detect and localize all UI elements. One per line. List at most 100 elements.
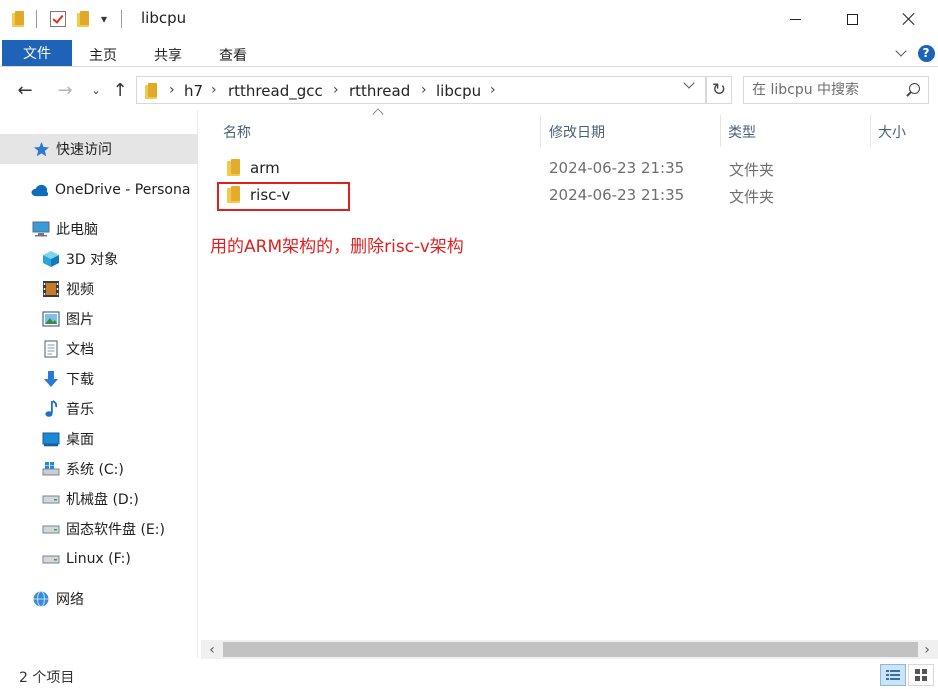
breadcrumb-separator-icon[interactable]: ›: [421, 82, 427, 98]
nav-videos[interactable]: 视频: [0, 274, 198, 304]
breadcrumb-rtthread[interactable]: rtthread: [349, 82, 410, 100]
file-date: 2024-06-23 21:35: [549, 159, 685, 177]
address-bar[interactable]: › h7 › rtthread_gcc › rtthread › libcpu …: [136, 76, 706, 104]
column-header-date[interactable]: 修改日期: [549, 122, 605, 142]
maximize-button[interactable]: [823, 0, 881, 38]
nav-drive-c[interactable]: 系统 (C:): [0, 454, 198, 484]
navigation-pane: 快速访问 OneDrive - Persona 此电脑 3D 对象 视频 图片 …: [0, 110, 198, 658]
large-icons-view-icon: [915, 669, 927, 681]
breadcrumb-libcpu[interactable]: libcpu: [436, 82, 481, 100]
network-icon: [32, 590, 50, 608]
title-bar: ▾ libcpu: [0, 0, 938, 38]
minimize-button[interactable]: [766, 0, 824, 38]
nav-drive-d[interactable]: 机械盘 (D:): [0, 484, 198, 514]
search-input[interactable]: [752, 80, 897, 100]
details-view-icon: [886, 670, 900, 680]
file-type: 文件夹: [729, 161, 775, 179]
item-count: 2 个项目: [19, 670, 75, 686]
scrollbar-thumb[interactable]: [223, 642, 918, 657]
tab-home[interactable]: 主页: [89, 45, 117, 65]
file-date: 2024-06-23 21:35: [549, 186, 685, 204]
document-icon: [42, 340, 60, 358]
maximize-icon: [846, 13, 858, 25]
breadcrumb-separator-icon[interactable]: ›: [490, 82, 496, 98]
nav-desktop[interactable]: 桌面: [0, 424, 198, 454]
ribbon-tabs: 文件 主页 共享 查看 ?: [0, 38, 938, 67]
arrow-left-icon: ←: [17, 79, 33, 101]
new-folder-icon[interactable]: [77, 9, 91, 29]
nav-downloads[interactable]: 下载: [0, 364, 198, 394]
file-name: arm: [250, 159, 280, 177]
column-divider[interactable]: [540, 115, 541, 147]
tab-file[interactable]: 文件: [2, 40, 72, 66]
film-icon: [42, 280, 60, 298]
cube-icon: [42, 250, 60, 268]
drive-icon: [42, 520, 60, 538]
breadcrumb-h7[interactable]: h7: [184, 82, 203, 100]
folder-icon: [226, 159, 242, 177]
search-icon[interactable]: [905, 83, 920, 97]
help-icon: ?: [917, 44, 935, 62]
forward-button[interactable]: →: [53, 78, 77, 102]
nav-quick-access[interactable]: 快速访问: [0, 134, 198, 164]
nav-label: 快速访问: [56, 142, 112, 158]
nav-drive-f[interactable]: Linux (F:): [0, 544, 198, 574]
annotation-text: 用的ARM架构的，删除risc-v架构: [210, 237, 464, 257]
tab-view[interactable]: 查看: [219, 45, 247, 65]
refresh-button[interactable]: ↻: [706, 76, 732, 104]
large-icons-view-button[interactable]: [908, 664, 934, 686]
tab-share[interactable]: 共享: [154, 45, 182, 65]
horizontal-scrollbar[interactable]: ‹ ›: [201, 640, 938, 659]
computer-icon: [32, 220, 50, 238]
properties-check-icon[interactable]: [50, 9, 66, 29]
breadcrumb-separator-icon[interactable]: ›: [211, 82, 217, 98]
search-box[interactable]: [743, 76, 929, 104]
nav-label: OneDrive - Persona: [55, 182, 191, 198]
close-icon: [902, 12, 916, 26]
file-type: 文件夹: [729, 188, 775, 206]
close-button[interactable]: [880, 0, 938, 38]
nav-this-pc[interactable]: 此电脑: [0, 214, 198, 244]
nav-network[interactable]: 网络: [0, 584, 198, 614]
column-divider[interactable]: [870, 115, 871, 147]
column-header-type[interactable]: 类型: [728, 122, 756, 142]
column-header-size[interactable]: 大小: [878, 122, 906, 142]
breadcrumb-separator-icon[interactable]: ›: [169, 82, 175, 98]
download-icon: [42, 370, 60, 388]
nav-music[interactable]: 音乐: [0, 394, 198, 424]
nav-onedrive[interactable]: OneDrive - Persona: [0, 175, 198, 205]
nav-3d-objects[interactable]: 3D 对象: [0, 244, 198, 274]
help-button[interactable]: ?: [917, 44, 935, 62]
arrow-up-icon: ↑: [112, 79, 128, 101]
customize-quick-access-button[interactable]: ▾: [101, 9, 107, 29]
windows-drive-icon: [42, 460, 60, 478]
details-view-button[interactable]: [880, 664, 906, 686]
arrow-right-icon: →: [57, 79, 73, 101]
nav-pictures[interactable]: 图片: [0, 304, 198, 334]
sort-ascending-icon: [372, 108, 384, 120]
breadcrumb-separator-icon[interactable]: ›: [333, 82, 339, 98]
column-divider[interactable]: [720, 115, 721, 147]
scroll-right-icon[interactable]: ›: [919, 642, 935, 658]
nav-label: 桌面: [66, 432, 94, 448]
nav-label: 音乐: [66, 402, 94, 418]
folder-icon: [145, 83, 159, 99]
nav-documents[interactable]: 文档: [0, 334, 198, 364]
recent-locations-button[interactable]: ⌄: [84, 78, 108, 102]
scroll-left-icon[interactable]: ‹: [204, 642, 220, 658]
status-bar: 2 个项目: [0, 660, 938, 689]
chevron-down-icon: [895, 45, 907, 57]
address-dropdown-button[interactable]: [683, 77, 695, 89]
expand-ribbon-button[interactable]: [892, 44, 910, 62]
breadcrumb-rtthread-gcc[interactable]: rtthread_gcc: [228, 82, 323, 100]
title-separator: [121, 9, 122, 29]
nav-drive-e[interactable]: 固态软件盘 (E:): [0, 514, 198, 544]
file-row-arm[interactable]: arm 2024-06-23 21:35 文件夹: [214, 155, 914, 181]
quick-access-separator: [36, 9, 37, 29]
back-button[interactable]: ←: [13, 78, 37, 102]
nav-label: Linux (F:): [66, 551, 131, 567]
drive-icon: [42, 550, 60, 568]
column-header-name[interactable]: 名称: [223, 122, 251, 142]
nav-label: 文档: [66, 342, 94, 358]
up-button[interactable]: ↑: [108, 78, 132, 102]
